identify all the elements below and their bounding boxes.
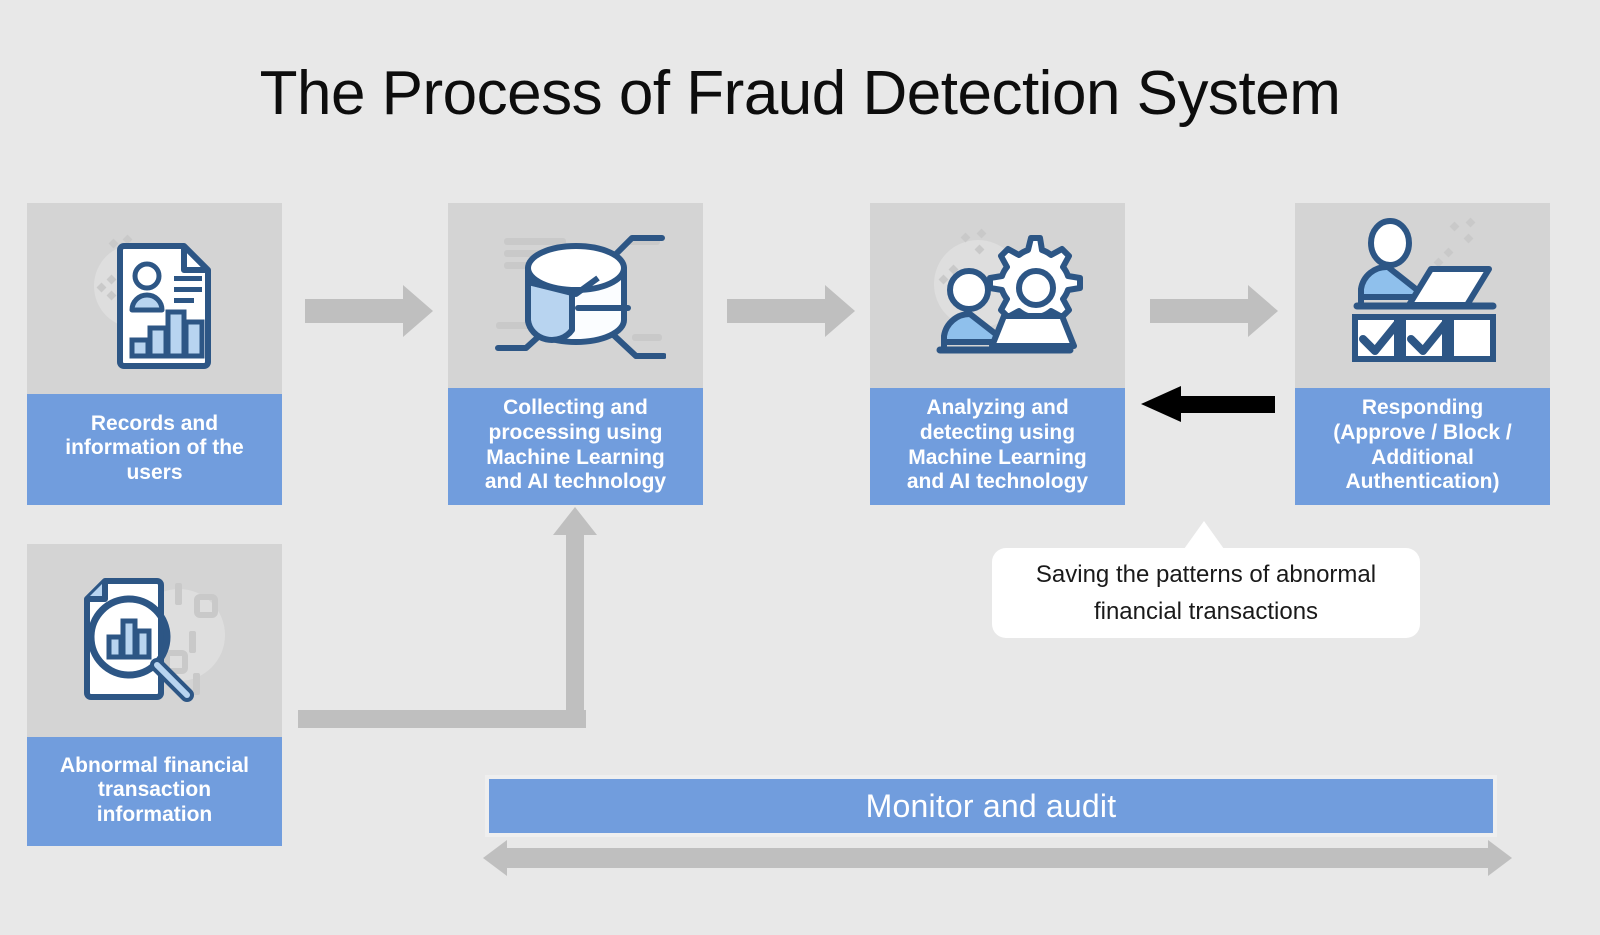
- arrow-shaft-vertical: [566, 533, 584, 728]
- arrow-shaft-horizontal: [298, 710, 586, 728]
- arrow-shaft: [505, 848, 1490, 868]
- arrow-shaft: [305, 299, 405, 323]
- diagram-canvas: The Process of Fraud Detection System Re…: [0, 0, 1600, 935]
- card-collecting[interactable]: Collecting and processing using Machine …: [448, 203, 703, 505]
- arrow-left-black-icon: [1141, 386, 1181, 422]
- document-person-chart-icon: [93, 234, 211, 369]
- card-analyzing[interactable]: Analyzing and detecting using Machine Le…: [870, 203, 1125, 505]
- callout-saving-patterns: Saving the patterns of abnormal financia…: [992, 521, 1420, 638]
- page-title: The Process of Fraud Detection System: [259, 59, 1341, 128]
- card-label-abnormal: Abnormal financial transaction informati…: [27, 737, 282, 846]
- icon-area-responding: [1295, 203, 1550, 388]
- card-records[interactable]: Records and information of the users: [27, 203, 282, 505]
- person-laptop-gear-icon: [934, 228, 1083, 353]
- icon-area-abnormal: [27, 544, 282, 737]
- arrow-shaft: [1150, 299, 1250, 323]
- monitor-and-audit-bar[interactable]: Monitor and audit: [485, 775, 1497, 837]
- card-label-collecting: Collecting and processing using Machine …: [448, 388, 703, 505]
- person-laptop-checkboxes-icon: [1352, 217, 1497, 362]
- icon-area-records: [27, 203, 282, 393]
- arrow-double-headed-gray-icon: [483, 840, 507, 876]
- arrow-right-gray-icon: [1248, 285, 1278, 337]
- icon-area-collecting: [448, 203, 703, 388]
- card-label-analyzing: Analyzing and detecting using Machine Le…: [870, 388, 1125, 505]
- card-label-responding: Responding (Approve / Block / Additional…: [1295, 388, 1550, 505]
- card-responding[interactable]: Responding (Approve / Block / Additional…: [1295, 203, 1550, 505]
- callout-text: Saving the patterns of abnormal financia…: [1035, 560, 1377, 625]
- arrow-head-right-icon: [1488, 840, 1512, 876]
- monitor-and-audit-label: Monitor and audit: [865, 787, 1117, 824]
- arrow-right-gray-icon: [403, 285, 433, 337]
- callout-tail-up-icon: [1184, 521, 1224, 549]
- document-magnifier-chart-icon: [84, 577, 225, 702]
- icon-area-analyzing: [870, 203, 1125, 388]
- arrow-right-gray-icon: [825, 285, 855, 337]
- database-pie-cylinder-icon: [494, 234, 666, 359]
- arrow-elbow-up-gray-icon: [553, 507, 597, 535]
- card-abnormal[interactable]: Abnormal financial transaction informati…: [27, 544, 282, 846]
- card-label-records: Records and information of the users: [27, 394, 282, 505]
- arrow-shaft: [727, 299, 827, 323]
- arrow-shaft: [1178, 396, 1275, 413]
